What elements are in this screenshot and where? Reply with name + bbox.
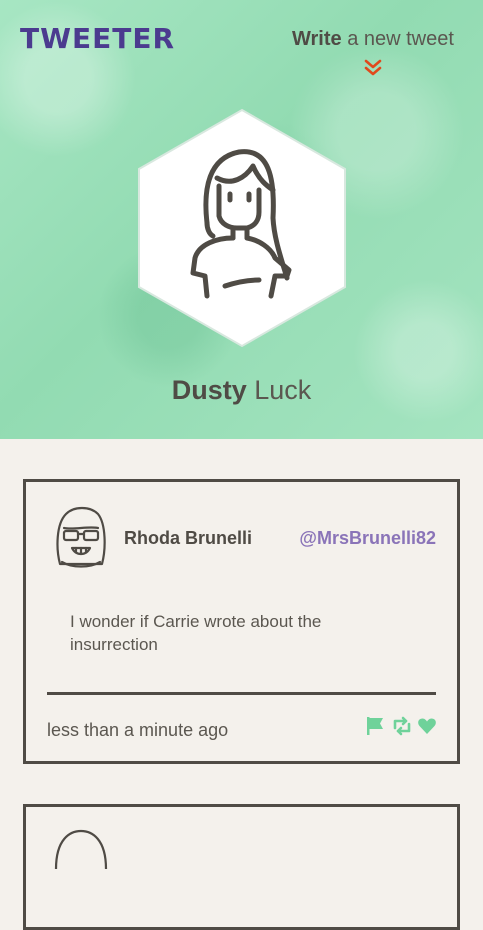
write-label: Write [292,28,342,50]
profile-first-name: Dusty [171,375,247,405]
profile-avatar [138,108,346,348]
write-label-rest: a new tweet [341,28,454,50]
double-chevron-down-icon[interactable] [363,58,383,78]
tweet-actions [365,716,437,736]
tweet-handle[interactable]: @MrsBrunelli82 [299,528,436,549]
profile-name: Dusty Luck [0,375,483,406]
tweet-card: Rhoda Brunelli @MrsBrunelli82 I wonder i… [23,479,460,764]
profile-last-name: Luck [246,375,312,405]
profile-header: TWEETER Write a new tweet Dusty Luck [0,0,483,439]
tweet-content: I wonder if Carrie wrote about the insur… [70,612,322,654]
app-logo[interactable]: TWEETER [20,22,175,55]
tweet-timestamp: less than a minute ago [47,720,229,740]
author-avatar [56,506,106,568]
flag-icon[interactable] [365,716,385,736]
tweet-card [23,804,460,930]
retweet-icon[interactable] [391,716,411,736]
write-new-tweet-link[interactable]: Write a new tweet [292,28,454,51]
tweet-author: Rhoda Brunelli [124,528,253,548]
tweet-divider [47,692,436,695]
author-avatar [54,829,108,870]
heart-icon[interactable] [417,716,437,736]
